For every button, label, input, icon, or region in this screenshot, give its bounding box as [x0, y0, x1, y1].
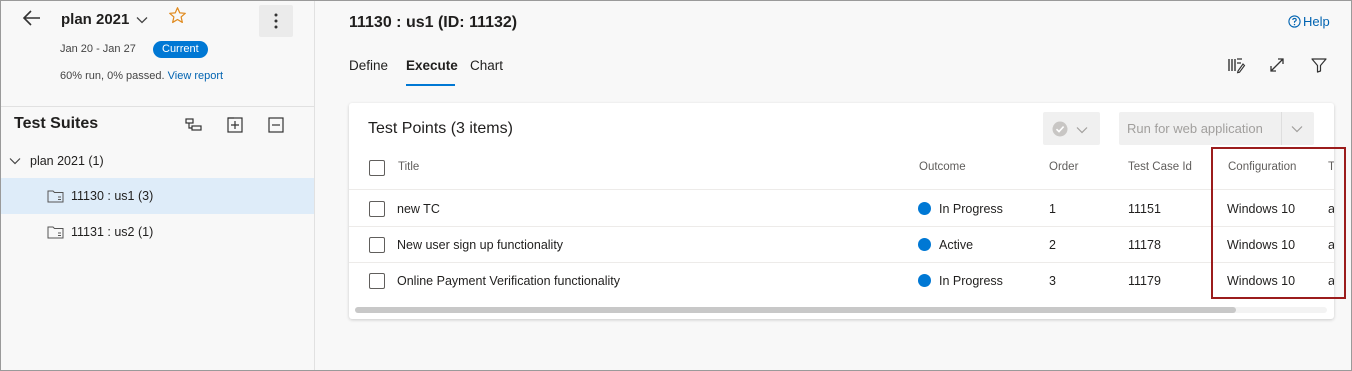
filter-icon[interactable] [1309, 55, 1329, 75]
chevron-down-icon[interactable] [135, 13, 149, 27]
new-suite-icon[interactable] [184, 116, 204, 134]
cell-test-case-id: 11151 [1128, 202, 1161, 216]
cell-test-case-id: 11178 [1128, 238, 1161, 252]
cell-test-case-id: 11179 [1128, 274, 1161, 288]
cell-title[interactable]: Online Payment Verification functionalit… [397, 274, 620, 288]
back-arrow-icon[interactable] [20, 6, 46, 30]
current-badge: Current [153, 41, 208, 58]
tree-item-suite-us2[interactable]: 11131 : us2 (1) [1, 214, 314, 250]
cell-order: 3 [1049, 274, 1056, 288]
test-suite-icon [47, 226, 64, 239]
help-circle-icon [1288, 15, 1301, 28]
row-divider [349, 226, 1334, 227]
test-suite-icon [47, 190, 64, 203]
cell-outcome: In Progress [939, 202, 1003, 216]
row-checkbox[interactable] [369, 237, 385, 253]
plan-date-range: Jan 20 - Jan 27 [60, 43, 136, 55]
chevron-down-icon[interactable] [1291, 123, 1303, 135]
chevron-down-icon [1076, 127, 1088, 134]
help-label: Help [1303, 14, 1330, 29]
expand-icon[interactable] [1267, 55, 1287, 75]
tree-item-suite-us1[interactable]: 11130 : us1 (3) [1, 178, 314, 214]
row-divider [349, 189, 1334, 190]
run-button-label: Run for web application [1127, 121, 1263, 136]
row-divider [349, 262, 1334, 263]
more-options-button[interactable] [259, 5, 293, 37]
column-options-icon[interactable] [1226, 55, 1246, 75]
tree-item-label: 11131 : us2 (1) [71, 225, 154, 239]
cell-configuration: Windows 10 [1227, 274, 1296, 288]
test-points-card: Test Points (3 items) Run for web applic… [349, 103, 1334, 319]
cell-title[interactable]: New user sign up functionality [397, 238, 563, 252]
tree-item-plan[interactable]: plan 2021 (1) [1, 143, 314, 179]
run-stats-text: 60% run, 0% passed. [60, 70, 165, 82]
cell-truncated: a [1328, 202, 1334, 216]
row-checkbox[interactable] [369, 273, 385, 289]
cell-title[interactable]: new TC [397, 202, 440, 216]
run-for-web-button[interactable]: Run for web application [1119, 112, 1314, 145]
star-outline-icon[interactable] [168, 6, 187, 25]
cell-configuration: Windows 10 [1227, 202, 1296, 216]
left-panel: plan 2021 Jan 20 - Jan 27 Current 60% ru… [1, 1, 315, 370]
plan-run-stats: 60% run, 0% passed. View report [60, 69, 240, 84]
column-header-order[interactable]: Order [1049, 161, 1078, 173]
test-suites-title: Test Suites [14, 115, 99, 132]
chevron-down-icon[interactable] [9, 155, 21, 167]
active-tab-indicator [406, 84, 455, 86]
status-dot-icon [918, 274, 931, 287]
column-header-truncated[interactable]: T [1328, 161, 1334, 173]
tree-item-label: plan 2021 (1) [30, 154, 104, 168]
collapse-all-icon[interactable] [266, 116, 286, 134]
tree-item-label: 11130 : us1 (3) [71, 189, 154, 203]
page-title: 11130 : us1 (ID: 11132) [349, 14, 518, 31]
column-header-outcome[interactable]: Outcome [919, 161, 966, 173]
tab-define[interactable]: Define [349, 58, 388, 73]
status-dot-icon [918, 238, 931, 251]
expand-all-icon[interactable] [225, 116, 245, 134]
cell-truncated: a [1328, 238, 1334, 252]
divider [1, 106, 314, 107]
cell-configuration: Windows 10 [1227, 238, 1296, 252]
cell-order: 1 [1049, 202, 1056, 216]
column-header-test-case-id[interactable]: Test Case Id [1128, 161, 1192, 173]
view-report-link[interactable]: View report [168, 70, 223, 82]
tab-chart[interactable]: Chart [470, 58, 503, 73]
scrollbar-thumb[interactable] [355, 307, 1236, 313]
cell-outcome: In Progress [939, 274, 1003, 288]
cell-order: 2 [1049, 238, 1056, 252]
cell-outcome: Active [939, 238, 974, 252]
select-all-checkbox[interactable] [369, 160, 385, 176]
plan-title[interactable]: plan 2021 [61, 11, 129, 28]
button-separator [1281, 112, 1282, 145]
mark-outcome-button[interactable] [1043, 112, 1100, 145]
test-points-title: Test Points (3 items) [368, 120, 513, 137]
column-header-configuration[interactable]: Configuration [1228, 161, 1296, 173]
column-header-title[interactable]: Title [398, 161, 419, 173]
cell-truncated: a [1328, 274, 1334, 288]
check-circle-icon [1052, 121, 1068, 137]
status-dot-icon [918, 202, 931, 215]
row-checkbox[interactable] [369, 201, 385, 217]
more-vertical-icon [274, 13, 278, 29]
help-link[interactable]: Help [1288, 14, 1330, 29]
tab-execute[interactable]: Execute [406, 58, 458, 73]
